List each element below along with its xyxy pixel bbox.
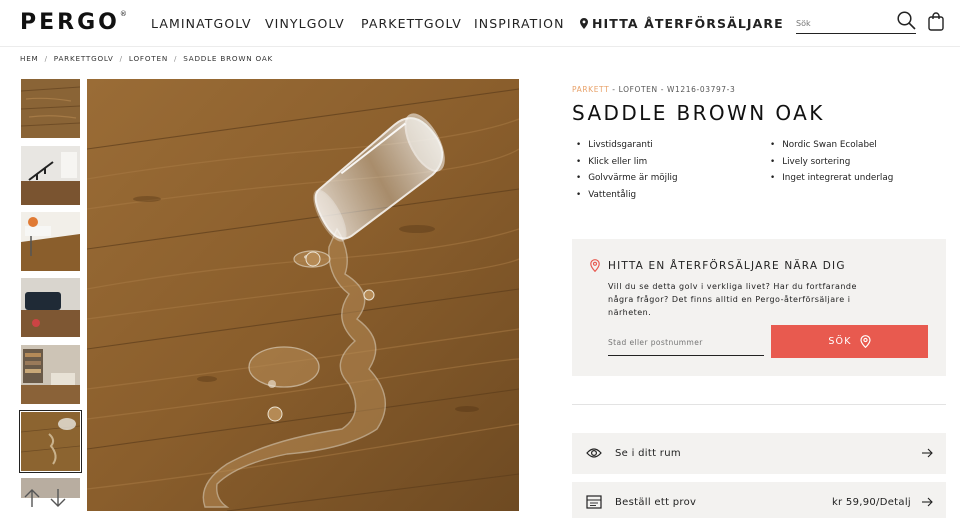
order-sample-label: Beställ ett prov [615, 497, 697, 508]
site-header: PERGO® LAMINATGOLV VINYLGOLV PARKETTGOLV… [0, 0, 960, 47]
search-bar[interactable] [796, 11, 916, 34]
thumbnail-living-room[interactable] [21, 345, 80, 404]
nav-laminatgolv[interactable]: LAMINATGOLV [151, 16, 252, 31]
features-list-left: Livstidsgaranti Klick eller lim Golvvärm… [576, 137, 678, 204]
nav-find-dealer-label: HITTA ÅTERFÖRSÄLJARE [592, 16, 784, 31]
location-pin-icon [580, 18, 588, 29]
thumbnail-navigation [24, 488, 66, 508]
location-pin-icon [860, 335, 871, 348]
breadcrumb: HEM / PARKETTGOLV / LOFOTEN / SADDLE BROWN … [20, 54, 274, 63]
see-in-room-button[interactable]: Se i ditt rum [572, 433, 946, 474]
thumbnail-spilled-glass[interactable] [19, 410, 82, 473]
dealer-finder-heading: HITTA EN ÅTERFÖRSÄLJARE NÄRA DIG [590, 259, 846, 272]
feature-item: Inget integrerat underlag [770, 170, 893, 187]
feature-item: Livstidsgaranti [576, 137, 678, 154]
arrow-right-icon [922, 448, 933, 458]
breadcrumb-current: SADDLE BROWN OAK [183, 54, 274, 63]
feature-item: Nordic Swan Ecolabel [770, 137, 893, 154]
product-collection: LOFOTEN [618, 85, 658, 94]
thumbnail-wood-texture[interactable] [21, 79, 80, 138]
order-sample-button[interactable]: Beställ ett prov kr 59,90/Detalj [572, 482, 946, 518]
postcode-input[interactable] [608, 332, 764, 347]
thumbnail-table-room[interactable] [21, 212, 80, 271]
nav-find-dealer[interactable]: HITTA ÅTERFÖRSÄLJARE [580, 16, 784, 31]
eye-icon [586, 448, 602, 458]
thumbnail-staircase-room[interactable] [21, 146, 80, 205]
sample-icon [586, 495, 602, 509]
breadcrumb-lofoten[interactable]: LOFOTEN [129, 54, 168, 63]
dealer-search-button-label: SÖK [828, 336, 852, 347]
features-list-right: Nordic Swan Ecolabel Lively sortering In… [770, 137, 893, 187]
arrow-down-icon[interactable] [50, 488, 66, 508]
product-title: SADDLE BROWN OAK [572, 101, 825, 125]
nav-inspiration[interactable]: INSPIRATION [474, 16, 565, 31]
nav-vinylgolv[interactable]: VINYLGOLV [265, 16, 345, 31]
pergo-logo[interactable]: PERGO® [20, 10, 130, 35]
product-brand-tag[interactable]: PARKETT [572, 85, 609, 94]
postcode-field[interactable] [608, 330, 764, 356]
feature-item: Vattentålig [576, 187, 678, 204]
breadcrumb-home[interactable]: HEM [20, 54, 39, 63]
search-icon[interactable] [897, 11, 916, 30]
dealer-search-button[interactable]: SÖK [771, 325, 928, 358]
main-product-image[interactable] [87, 79, 519, 511]
shopping-bag-icon[interactable] [928, 12, 944, 31]
feature-item: Golvvärme är möjlig [576, 170, 677, 187]
dealer-finder-title: HITTA EN ÅTERFÖRSÄLJARE NÄRA DIG [608, 259, 846, 272]
arrow-up-icon[interactable] [24, 488, 40, 508]
feature-item: Klick eller lim [576, 154, 678, 171]
section-divider [572, 404, 946, 405]
feature-item: Lively sortering [770, 154, 893, 171]
dealer-finder-description: Vill du se detta golv i verkliga livet? … [608, 282, 857, 317]
sample-price: kr 59,90/Detalj [831, 497, 911, 508]
product-sku: W1216-03797-3 [667, 85, 736, 94]
arrow-right-icon [922, 497, 933, 507]
dealer-finder-panel: HITTA EN ÅTERFÖRSÄLJARE NÄRA DIG Vill du… [572, 239, 946, 376]
thumbnail-sofa-room[interactable] [21, 278, 80, 337]
search-input[interactable] [796, 13, 891, 28]
see-in-room-label: Se i ditt rum [615, 448, 681, 459]
location-pin-icon [590, 259, 600, 272]
breadcrumb-parkettgolv[interactable]: PARKETTGOLV [54, 54, 114, 63]
product-meta: PARKETT - LOFOTEN - W1216-03797-3 [572, 85, 736, 94]
nav-parkettgolv[interactable]: PARKETTGOLV [361, 16, 462, 31]
